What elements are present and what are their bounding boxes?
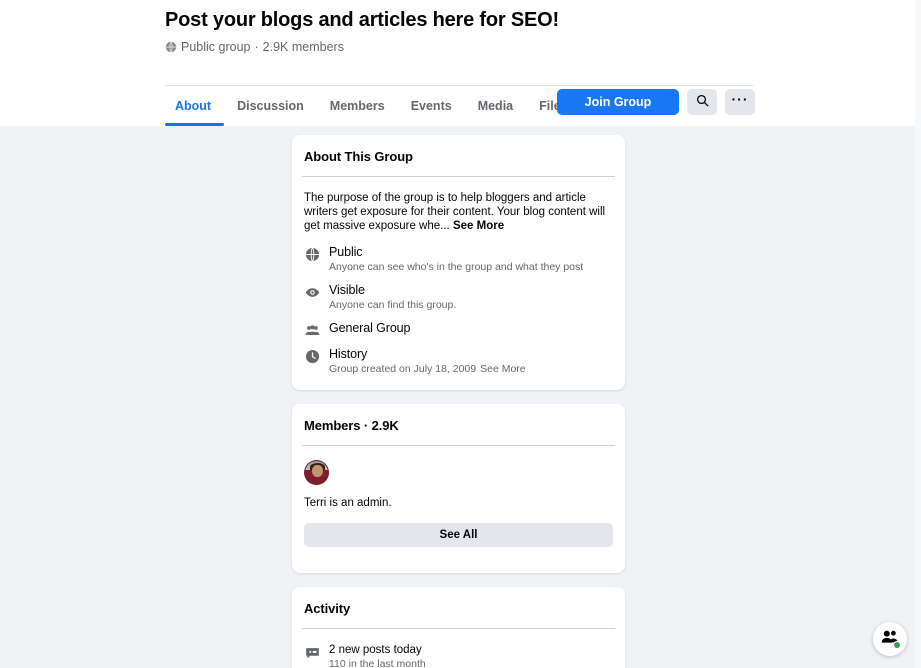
scrollbar-track[interactable] xyxy=(915,0,921,668)
info-row-public-text: Public Anyone can see who's in the group… xyxy=(329,245,583,274)
activity-card-body: 2 new posts today 110 in the last month … xyxy=(302,629,615,668)
info-row-visible: Visible Anyone can find this group. xyxy=(304,283,613,312)
activity-card-title: Activity xyxy=(304,601,351,616)
info-title-history: History xyxy=(329,347,368,361)
group-header-content: Post your blogs and articles here for SE… xyxy=(0,0,915,55)
members-card-title: Members · 2.9K xyxy=(304,418,399,433)
more-options-button[interactable]: ··· xyxy=(725,89,755,115)
see-all-members-button[interactable]: See All xyxy=(304,523,613,547)
admin-description: Terri is an admin. xyxy=(304,497,392,509)
about-this-group-card: About This Group The purpose of the grou… xyxy=(292,135,625,390)
people-icon xyxy=(304,322,320,338)
info-row-history: History Group created on July 18, 2009 Se… xyxy=(304,347,613,376)
globe-icon xyxy=(304,246,320,262)
group-member-count: 2.9K members xyxy=(262,40,344,54)
info-subtitle-public: Anyone can see who's in the group and wh… xyxy=(329,261,584,273)
info-row-history-text: History Group created on July 18, 2009 Se… xyxy=(329,347,526,376)
history-created-date: Group created on July 18, 2009 xyxy=(329,363,477,375)
search-icon xyxy=(696,94,709,110)
speech-bubble-icon xyxy=(304,645,320,661)
info-row-visible-text: Visible Anyone can find this group. xyxy=(329,283,456,312)
tab-about[interactable]: About xyxy=(165,86,225,126)
tab-list: About Discussion Members Events Media Fi… xyxy=(165,86,581,126)
info-row-public: Public Anyone can see who's in the group… xyxy=(304,245,613,274)
info-title-general-group: General Group xyxy=(329,321,411,335)
info-title-visible: Visible xyxy=(329,283,365,297)
tab-discussion-label: Discussion xyxy=(237,99,304,113)
about-card-title: About This Group xyxy=(304,149,413,164)
search-button[interactable] xyxy=(687,89,717,115)
tab-events-label: Events xyxy=(410,99,452,113)
meta-separator: · xyxy=(254,40,259,54)
description-text-part2: get massive exposure whe... xyxy=(304,220,450,232)
info-title-public: Public xyxy=(329,245,363,259)
tab-members-label: Members xyxy=(329,99,385,113)
avatar[interactable] xyxy=(304,460,329,485)
page-title: Post your blogs and articles here for SE… xyxy=(165,9,559,31)
contacts-fab-button[interactable] xyxy=(873,622,907,656)
info-row-general-group-text: General Group xyxy=(329,321,410,336)
online-status-badge xyxy=(893,641,901,649)
tab-events[interactable]: Events xyxy=(398,86,465,126)
group-header: Post your blogs and articles here for SE… xyxy=(0,0,915,126)
avatar-face xyxy=(312,465,323,477)
description-text-part1: The purpose of the group is to help blog… xyxy=(304,192,590,218)
info-subtitle-history: Group created on July 18, 2009 See More xyxy=(329,363,526,376)
clock-icon xyxy=(304,348,320,364)
activity-posts-main: 2 new posts today xyxy=(329,644,422,656)
globe-icon xyxy=(165,41,177,53)
activity-card: Activity 2 new posts today 110 in the la… xyxy=(292,587,625,668)
ellipsis-icon: ··· xyxy=(731,91,749,107)
group-navigation: About Discussion Members Events Media Fi… xyxy=(165,86,755,126)
group-privacy-label: Public group xyxy=(181,40,251,54)
tab-discussion[interactable]: Discussion xyxy=(224,86,317,126)
tab-media[interactable]: Media xyxy=(465,86,526,126)
activity-posts-sub: 110 in the last month xyxy=(329,658,426,668)
description-link-will[interactable]: will xyxy=(589,206,605,218)
members-card: Members · 2.9K Terri is an admin. See Al… xyxy=(292,404,625,573)
members-card-body: Terri is an admin. See All xyxy=(302,446,615,573)
activity-row-posts: 2 new posts today 110 in the last month xyxy=(304,643,613,668)
about-card-body: The purpose of the group is to help blog… xyxy=(302,177,615,390)
history-see-more-link[interactable]: See More xyxy=(480,363,526,375)
activity-row-posts-text: 2 new posts today 110 in the last month xyxy=(329,643,426,668)
main-content-column: About This Group The purpose of the grou… xyxy=(292,135,625,668)
eye-icon xyxy=(304,284,320,300)
info-subtitle-visible: Anyone can find this group. xyxy=(329,299,457,311)
info-row-general-group: General Group xyxy=(304,321,613,338)
join-group-button[interactable]: Join Group xyxy=(557,89,679,115)
description-see-more-link[interactable]: See More xyxy=(453,220,504,232)
group-description: The purpose of the group is to help blog… xyxy=(304,191,613,233)
tab-members[interactable]: Members xyxy=(317,86,398,126)
tab-about-label: About xyxy=(175,99,212,113)
tab-media-label: Media xyxy=(477,99,514,113)
header-actions: Join Group ··· xyxy=(557,89,755,115)
group-meta: Public group · 2.9K members xyxy=(165,39,915,55)
